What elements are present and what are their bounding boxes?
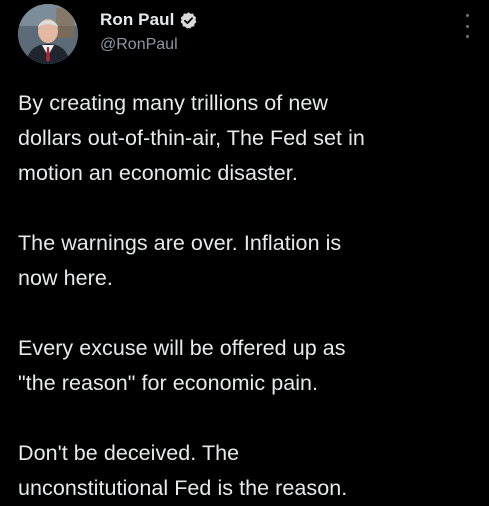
tweet-card: Ron Paul @RonPaul By creating many trill…: [0, 0, 489, 500]
tweet-paragraph: The warnings are over. Inflation is now …: [18, 231, 342, 290]
handle[interactable]: @RonPaul: [100, 36, 198, 54]
dot: [465, 14, 469, 17]
more-options-icon[interactable]: [460, 14, 474, 38]
verified-badge-icon: [179, 11, 198, 30]
dot: [465, 35, 469, 38]
dot: [465, 24, 469, 28]
tweet-text: By creating many trillions of new dollar…: [18, 86, 483, 506]
tweet-paragraph: By creating many trillions of new dollar…: [18, 91, 365, 185]
avatar[interactable]: [18, 4, 78, 64]
tweet-paragraph: Don't be deceived. The unconstitutional …: [18, 441, 348, 500]
tweet-header: Ron Paul @RonPaul: [18, 4, 478, 66]
display-name[interactable]: Ron Paul: [100, 10, 174, 30]
tweet-paragraph: Every excuse will be offered up as "the …: [18, 336, 346, 395]
profile-photo-icon: [18, 4, 78, 64]
author-names: Ron Paul @RonPaul: [100, 8, 198, 54]
name-row: Ron Paul: [100, 8, 198, 32]
